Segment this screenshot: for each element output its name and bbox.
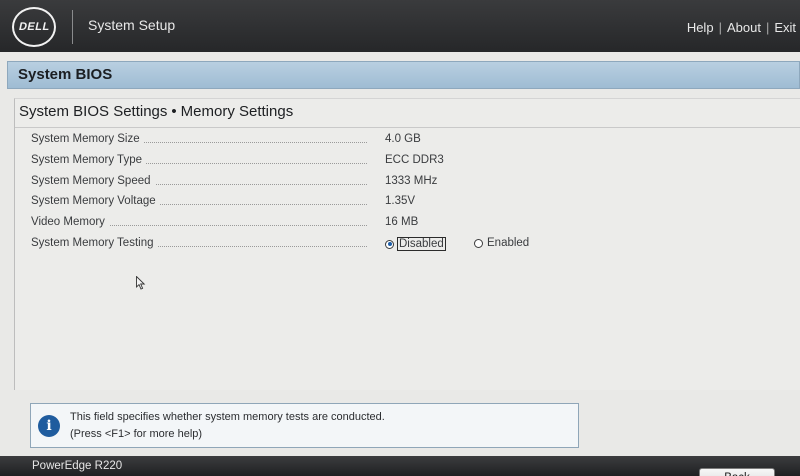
top-header-bar: DELL System Setup Help | About | Exit [0,0,800,52]
radio-label: Enabled [487,237,530,249]
breadcrumb-current: Memory Settings [180,103,294,120]
setting-label: System Memory Speed [31,175,155,187]
about-link[interactable]: About [727,20,761,35]
help-box: i This field specifies whether system me… [30,403,579,448]
setting-label: Video Memory [31,216,109,228]
header-divider [72,10,73,44]
memory-testing-enabled-radio[interactable]: Enabled [474,237,530,249]
setting-label: System Memory Size [31,133,144,145]
setting-row-video-memory: Video Memory 16 MB [31,216,631,234]
memory-testing-disabled-radio[interactable]: Disabled [385,237,446,251]
setting-label: System Memory Testing [31,237,158,249]
setting-value: 16 MB [385,216,419,228]
app-title: System Setup [88,17,176,33]
breadcrumb: System BIOS Settings • Memory Settings [19,103,294,120]
help-text: This field specifies whether system memo… [70,411,385,423]
section-title-bar: System BIOS [7,61,800,89]
setting-value: ECC DDR3 [385,154,444,166]
setting-row-memory-testing: System Memory Testing Disabled Enabled [31,237,631,255]
settings-page: System BIOS Settings • Memory Settings Sys… [14,98,800,390]
exit-link[interactable]: Exit [774,20,796,35]
radio-unselected-icon[interactable] [474,238,483,248]
dell-logo: DELL [12,7,56,47]
setting-row-memory-voltage: System Memory Voltage 1.35V [31,195,631,213]
help-link[interactable]: Help [687,20,714,35]
setting-row-memory-speed: System Memory Speed 1333 MHz [31,175,631,193]
setting-label: System Memory Voltage [31,195,160,207]
setting-row-memory-size: System Memory Size 4.0 GB [31,133,631,151]
setting-value: 1.35V [385,195,416,207]
section-title: System BIOS [18,66,113,83]
setting-value: 1333 MHz [385,175,438,187]
help-hint: (Press <F1> for more help) [70,428,203,440]
setting-label: System Memory Type [31,154,146,166]
system-model: PowerEdge R220 [32,460,123,472]
breadcrumb-divider [15,127,800,128]
setting-value: 4.0 GB [385,133,421,145]
back-button[interactable]: Back [699,468,775,476]
mouse-pointer-icon [136,276,146,290]
breadcrumb-parent[interactable]: System BIOS Settings [19,103,167,120]
radio-label: Disabled [397,237,446,251]
footer-bar: PowerEdge R220 Back [0,456,800,476]
info-icon: i [38,415,60,437]
header-links: Help | About | Exit [686,20,796,35]
setting-row-memory-type: System Memory Type ECC DDR3 [31,154,631,172]
main-panel: System BIOS System BIOS Settings • Memory … [0,52,800,476]
radio-selected-icon[interactable] [385,239,394,249]
